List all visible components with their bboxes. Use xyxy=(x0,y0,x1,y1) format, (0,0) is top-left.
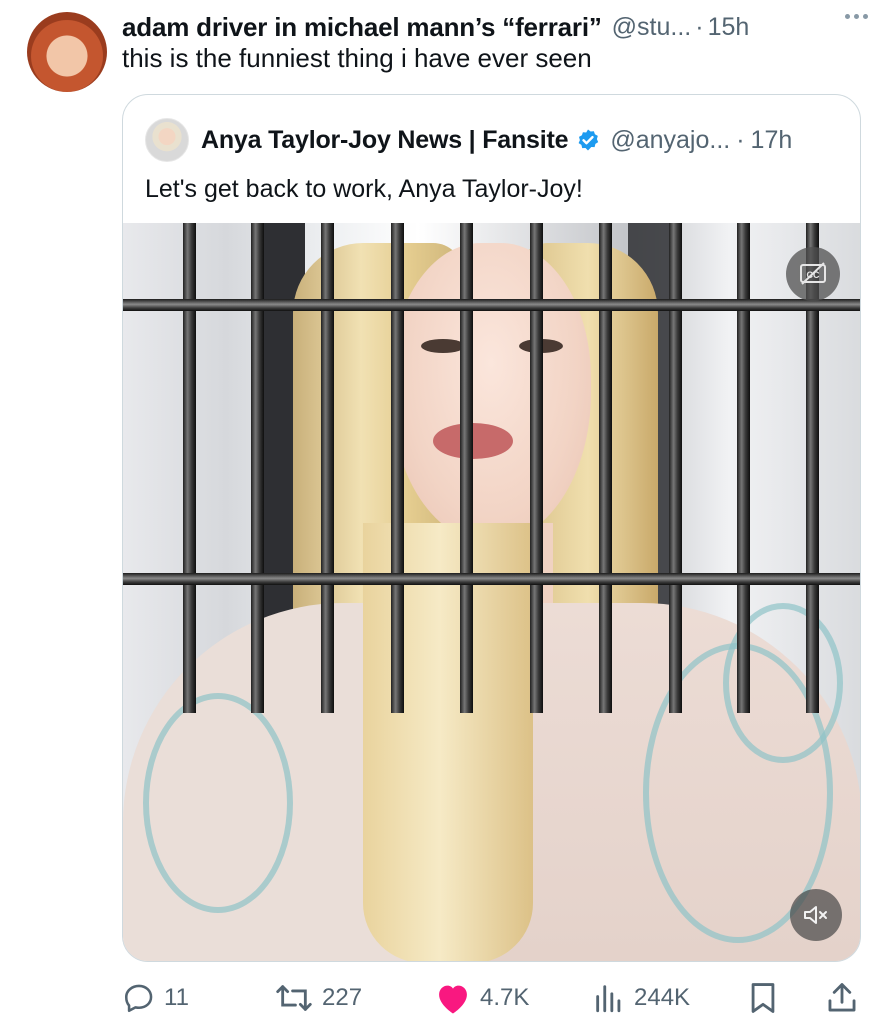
share-button[interactable] xyxy=(826,978,858,1018)
jail-bar xyxy=(321,223,334,713)
jail-bar xyxy=(737,223,750,713)
quoted-tweet-text: Let's get back to work, Anya Taylor-Joy! xyxy=(145,175,583,203)
views-icon xyxy=(592,981,626,1015)
retweet-icon xyxy=(274,981,314,1015)
tweet-header: adam driver in michael mann’s “ferrari” … xyxy=(122,10,868,44)
author-avatar[interactable] xyxy=(27,12,107,92)
retweet-count: 227 xyxy=(322,984,363,1011)
views-count: 244K xyxy=(634,984,691,1011)
face xyxy=(391,243,591,543)
bookmark-button[interactable] xyxy=(747,978,779,1018)
quoted-author-handle[interactable]: @anyajo... xyxy=(610,126,730,155)
like-button[interactable]: 4.7K xyxy=(434,978,529,1018)
author-name[interactable]: adam driver in michael mann’s “ferrari” xyxy=(122,12,602,43)
quoted-post-time[interactable]: 17h xyxy=(751,126,793,155)
jail-crossbar xyxy=(123,573,860,585)
jail-bar xyxy=(251,223,264,713)
quoted-time-separator: · xyxy=(736,125,745,154)
jail-bar xyxy=(391,223,404,713)
quoted-tweet-header: Anya Taylor-Joy News | Fansite @anyajo..… xyxy=(145,117,792,163)
jail-bar xyxy=(599,223,612,713)
mute-icon[interactable] xyxy=(790,889,842,941)
reply-count: 11 xyxy=(164,984,189,1011)
captions-icon[interactable]: CC xyxy=(786,247,840,301)
eye xyxy=(421,339,465,353)
bookmark-icon xyxy=(747,981,779,1015)
reply-button[interactable]: 11 xyxy=(122,978,189,1018)
more-icon[interactable] xyxy=(845,14,868,19)
jail-bar xyxy=(183,223,196,713)
author-handle[interactable]: @stu... xyxy=(612,13,692,42)
dress-pattern xyxy=(143,693,293,913)
like-icon xyxy=(434,981,472,1015)
jail-bar xyxy=(530,223,543,713)
lips xyxy=(433,423,513,459)
quoted-tweet-card[interactable]: Anya Taylor-Joy News | Fansite @anyajo..… xyxy=(122,94,861,962)
quoted-media-video[interactable]: CC xyxy=(123,223,860,961)
tweet-text: this is the funniest thing i have ever s… xyxy=(122,43,592,73)
quoted-author-name[interactable]: Anya Taylor-Joy News | Fansite xyxy=(201,126,569,155)
post-time[interactable]: 15h xyxy=(708,13,750,42)
share-icon xyxy=(826,981,858,1015)
verified-icon xyxy=(576,128,600,152)
time-separator: · xyxy=(695,12,704,41)
reply-icon xyxy=(122,981,156,1015)
tweet-actions: 11 227 4.7K 244K xyxy=(122,978,862,1018)
jail-bar xyxy=(669,223,682,713)
views-button[interactable]: 244K xyxy=(592,978,690,1018)
like-count: 4.7K xyxy=(480,984,530,1011)
quoted-author-avatar[interactable] xyxy=(145,118,189,162)
retweet-button[interactable]: 227 xyxy=(274,978,362,1018)
hair-front xyxy=(363,523,533,961)
jail-bar xyxy=(460,223,473,713)
jail-crossbar xyxy=(123,299,860,311)
